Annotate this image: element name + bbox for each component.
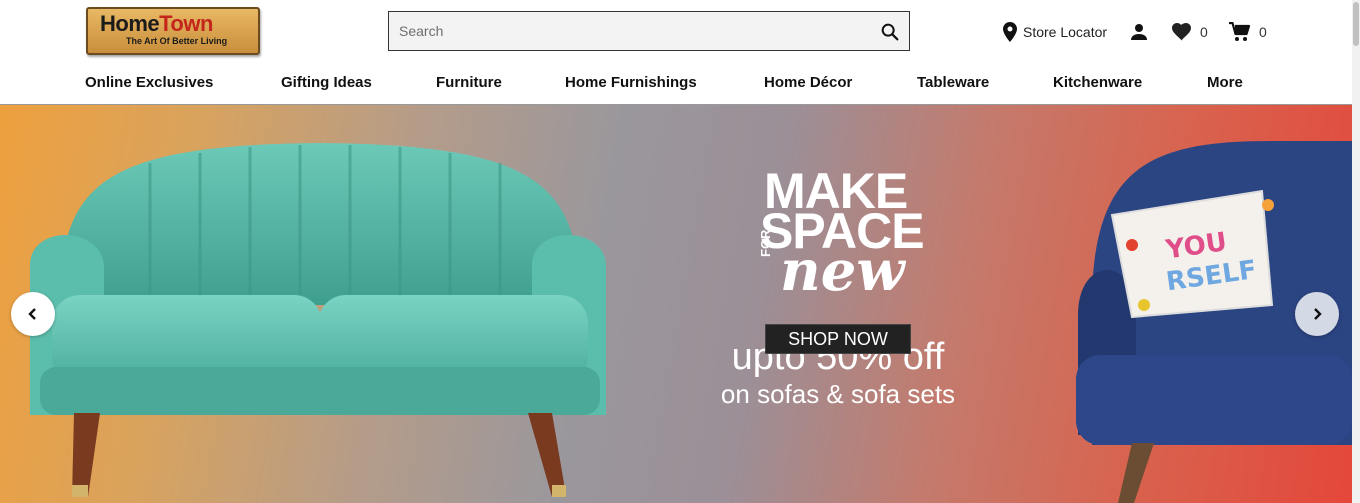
- teal-sofa-image: [30, 143, 606, 497]
- logo-brand-town: Town: [159, 11, 213, 36]
- nav-online-exclusives[interactable]: Online Exclusives: [85, 74, 213, 91]
- page-scrollbar[interactable]: [1352, 0, 1360, 503]
- search-input[interactable]: [389, 12, 879, 50]
- scrollbar-thumb[interactable]: [1353, 2, 1359, 46]
- nav-more[interactable]: More: [1207, 74, 1243, 91]
- cart-icon: [1229, 22, 1251, 41]
- hero-banner[interactable]: YOU RSELF MAKE SPACE FOR new upto 50% of…: [0, 105, 1352, 503]
- search-icon: [881, 23, 899, 41]
- carousel-prev-button[interactable]: [11, 292, 55, 336]
- account-button[interactable]: [1130, 20, 1148, 44]
- shop-now-button[interactable]: SHOP NOW: [765, 324, 911, 354]
- wishlist-count: 0: [1200, 24, 1208, 40]
- chevron-right-icon: [1314, 308, 1322, 320]
- nav-gifting-ideas[interactable]: Gifting Ideas: [281, 74, 372, 91]
- logo-brand-home: Home: [100, 11, 160, 36]
- cart-count: 0: [1259, 24, 1267, 40]
- user-icon: [1131, 24, 1147, 40]
- hero-headline-for: FOR: [758, 229, 773, 257]
- site-header: HomeTown The Art Of Better Living Store …: [0, 0, 1352, 105]
- hero-headline-new: new: [780, 238, 905, 304]
- nav-furniture[interactable]: Furniture: [436, 74, 502, 91]
- wishlist-button[interactable]: 0: [1172, 20, 1208, 44]
- main-nav: Online Exclusives Gifting Ideas Furnitur…: [0, 74, 1352, 98]
- cart-button[interactable]: 0: [1229, 20, 1267, 44]
- map-pin-icon: [1003, 22, 1017, 42]
- nav-home-decor[interactable]: Home Décor: [764, 74, 852, 91]
- nav-tableware[interactable]: Tableware: [917, 74, 989, 91]
- carousel-next-button[interactable]: [1295, 292, 1339, 336]
- nav-home-furnishings[interactable]: Home Furnishings: [565, 74, 697, 91]
- search-button[interactable]: [879, 21, 901, 43]
- hero-offer-subtext: on sofas & sofa sets: [720, 379, 956, 409]
- search-box: [388, 11, 910, 51]
- heart-icon: [1172, 23, 1191, 41]
- hometown-logo[interactable]: HomeTown The Art Of Better Living: [86, 7, 260, 55]
- store-locator-link[interactable]: Store Locator: [1003, 20, 1107, 44]
- nav-kitchenware[interactable]: Kitchenware: [1053, 74, 1142, 91]
- store-locator-label: Store Locator: [1023, 24, 1108, 40]
- chevron-left-icon: [28, 308, 36, 320]
- logo-tagline: The Art Of Better Living: [126, 36, 228, 46]
